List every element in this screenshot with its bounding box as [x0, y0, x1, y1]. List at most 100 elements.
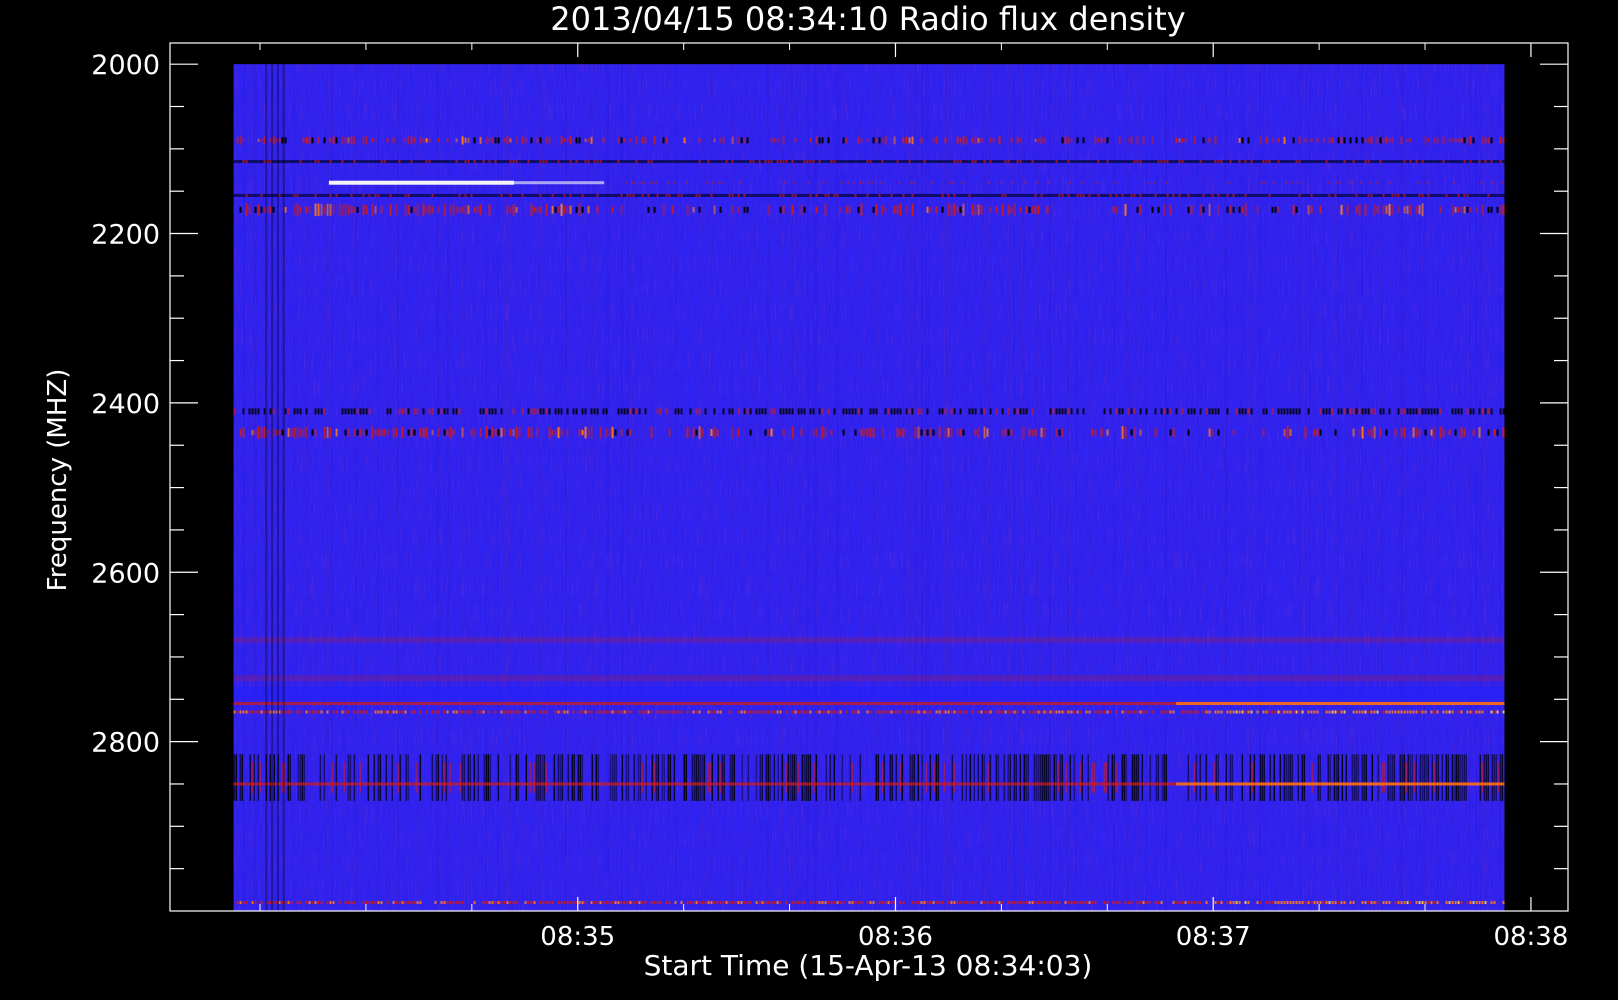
band-pixel: [1151, 206, 1154, 213]
band-pixel: [737, 901, 740, 905]
band-pixel: [689, 408, 692, 415]
band-pixel: [284, 408, 287, 415]
band-pixel: [566, 710, 569, 714]
band-pixel: [650, 160, 653, 164]
stripe: [935, 754, 938, 801]
band-pixel: [245, 901, 248, 905]
band-pixel: [1355, 408, 1358, 415]
band-pixel: [1403, 710, 1406, 714]
stripe: [597, 754, 600, 801]
band-pixel: [713, 408, 716, 415]
band-pixel: [1484, 137, 1487, 144]
band-pixel: [698, 206, 701, 213]
band-pixel: [1124, 203, 1127, 216]
band-pixel: [1067, 408, 1070, 415]
band-pixel: [551, 205, 554, 214]
band-pixel: [869, 408, 872, 415]
band-pixel: [1442, 428, 1445, 437]
band-pixel: [446, 428, 449, 437]
stripe: [695, 754, 698, 801]
band-pixel: [1154, 428, 1157, 437]
band-pixel: [842, 901, 845, 905]
band-pixel: [932, 137, 935, 144]
band-pixel: [398, 160, 401, 164]
band-pixel: [644, 710, 647, 714]
stripe: [1149, 754, 1152, 801]
band-pixel: [1019, 138, 1022, 143]
band-pixel: [1073, 901, 1076, 905]
stripe: [257, 754, 260, 801]
band-pixel: [1361, 408, 1364, 415]
band-pixel: [311, 710, 314, 714]
stripe: [1027, 754, 1030, 801]
band-pixel: [263, 207, 266, 213]
band-pixel: [1373, 408, 1376, 415]
band-pixel: [776, 710, 779, 714]
band-pixel: [1172, 710, 1175, 714]
band-pixel: [497, 901, 500, 905]
band-pixel: [509, 138, 512, 143]
band-pixel: [1130, 710, 1133, 714]
band-pixel: [1280, 408, 1283, 415]
band-pixel: [1298, 710, 1301, 714]
band-pixel: [698, 193, 701, 197]
band-pixel: [1088, 901, 1091, 905]
stripe: [997, 754, 1000, 801]
band-pixel: [902, 193, 905, 197]
band-pixel: [1445, 193, 1448, 197]
band-pixel: [803, 408, 806, 415]
stripe: [1445, 754, 1448, 801]
stripe: [1111, 754, 1114, 801]
band-pixel: [1487, 137, 1490, 144]
band-pixel: [1178, 138, 1181, 143]
band-pixel: [509, 207, 512, 213]
band-pixel: [1454, 207, 1457, 213]
band-pixel: [1334, 710, 1337, 714]
band-pixel: [626, 193, 629, 197]
band-pixel: [1463, 137, 1466, 144]
band-pixel: [1190, 408, 1193, 415]
stripe: [557, 754, 560, 801]
band-pixel: [989, 901, 992, 905]
band-pixel: [515, 901, 518, 905]
stripe: [239, 754, 242, 801]
band-pixel: [296, 203, 299, 216]
band-pixel: [962, 429, 965, 436]
band-pixel: [446, 901, 449, 905]
band-pixel: [554, 206, 557, 213]
band-pixel: [902, 427, 905, 438]
band-pixel: [1100, 710, 1103, 714]
band-pixel: [371, 138, 374, 143]
band-pixel: [1034, 205, 1037, 215]
band-pixel: [641, 193, 644, 197]
band-pixel: [767, 901, 770, 905]
band-pixel: [1481, 710, 1484, 714]
stripe: [1451, 754, 1454, 801]
band-pixel: [242, 901, 245, 905]
band-pixel: [1394, 710, 1397, 714]
band-pixel: [980, 138, 983, 143]
band-pixel: [1133, 710, 1136, 714]
band-pixel: [956, 429, 959, 436]
band-pixel: [1382, 193, 1385, 197]
band-pixel: [1217, 408, 1220, 415]
band-pixel: [842, 408, 845, 415]
stripe: [1253, 754, 1256, 801]
band-pixel: [332, 710, 335, 714]
band-pixel: [1390, 181, 1393, 184]
band-pixel: [1457, 138, 1460, 142]
band-pixel: [1013, 408, 1016, 415]
band-pixel: [773, 408, 776, 415]
band-pixel: [374, 138, 377, 142]
band-pixel: [1004, 160, 1007, 164]
band-pixel: [857, 408, 860, 415]
band-pixel: [464, 193, 467, 197]
band-pixel: [461, 901, 464, 905]
band-pixel: [500, 427, 503, 438]
band-pixel: [910, 181, 913, 184]
band-pixel: [859, 181, 862, 184]
stripe: [1455, 754, 1458, 801]
band-pixel: [413, 206, 416, 213]
band-pixel: [1418, 408, 1421, 415]
band-pixel: [905, 710, 908, 714]
